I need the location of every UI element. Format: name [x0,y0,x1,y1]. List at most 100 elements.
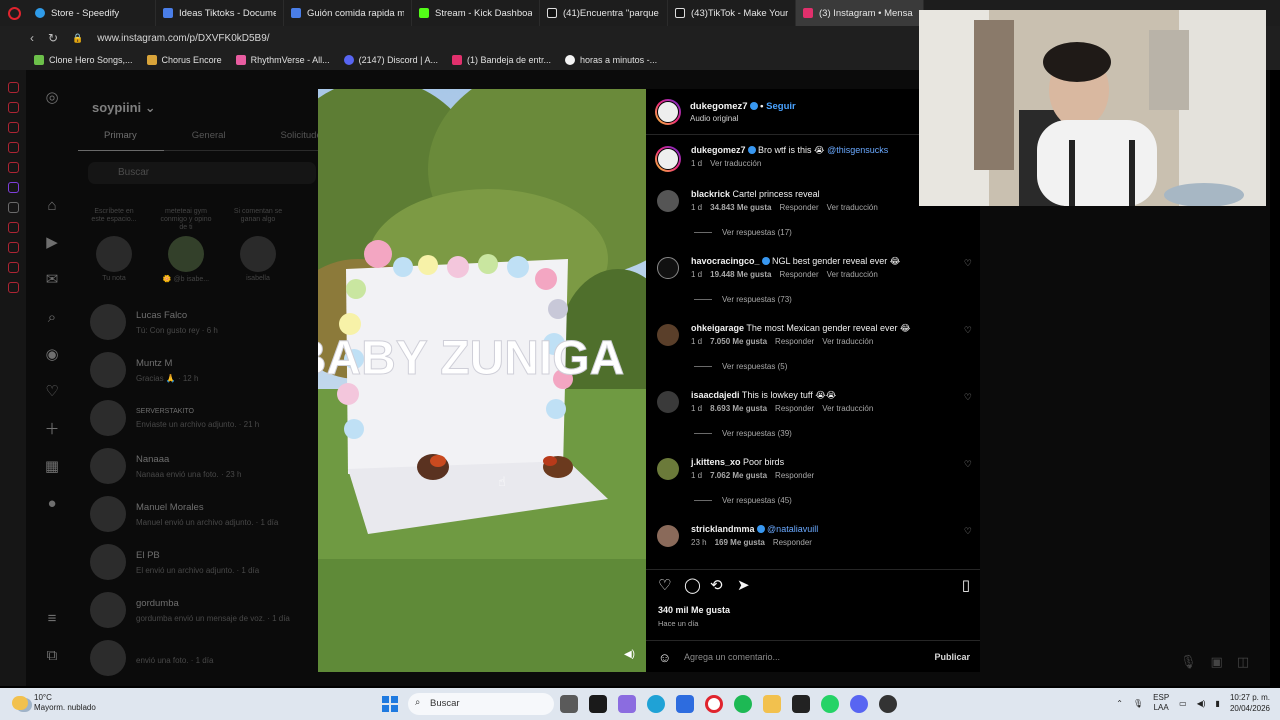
reply-link[interactable]: Responder [773,538,812,547]
reply-link[interactable]: Responder [780,203,819,212]
back-icon[interactable]: ‹ [30,31,34,45]
weather-widget[interactable]: 10°C Mayorm. nublado [12,693,96,713]
obs-icon[interactable] [879,695,897,713]
language-indicator[interactable]: ESP LAA [1153,693,1169,713]
view-replies-link[interactable]: Ver respuestas (17) [694,228,792,237]
sidebar-app-icon[interactable] [7,82,19,93]
reply-link[interactable]: Responder [780,270,819,279]
conversation-item[interactable]: SERVERSTAKITO Enviaste un archivo adjunto… [90,394,318,442]
tab-tiktok-search[interactable]: (41)Encuentra "parque el c [540,0,668,26]
whatsapp-icon[interactable] [821,695,839,713]
repost-icon[interactable]: ⟲ [710,578,723,594]
avatar[interactable] [657,190,679,212]
bookmark-hours[interactable]: horas a minutos -... [565,55,657,65]
volume-icon[interactable]: ◀) [1197,699,1206,708]
like-comment-icon[interactable]: ♡ [964,325,972,336]
reels-icon[interactable]: ▶ [44,235,60,251]
note-item[interactable]: Escríbete en este espacio... Tu nota [88,208,140,283]
copilot-icon[interactable] [618,695,636,713]
view-replies-link[interactable]: Ver respuestas (73) [694,295,792,304]
audio-label[interactable]: Audio original [690,114,738,123]
author-avatar[interactable] [655,99,681,125]
tab-ideas-tiktoks[interactable]: Ideas Tiktoks - Document [156,0,284,26]
opera-icon[interactable] [705,695,723,713]
tab-instagram[interactable]: (3) Instagram • Mensa [796,0,924,26]
discord-icon[interactable] [850,695,868,713]
instagram-logo-icon[interactable]: ◎ [44,90,60,106]
sidebar-app-icon[interactable] [7,122,19,133]
explore-icon[interactable]: ◉ [44,347,60,363]
like-comment-icon[interactable]: ♡ [964,459,972,470]
image-icon[interactable]: ▣ [1211,654,1223,670]
heart-icon[interactable]: ♡ [44,384,60,400]
epic-games-icon[interactable] [792,695,810,713]
spotify-icon[interactable] [734,695,752,713]
capcut-icon[interactable] [589,695,607,713]
follow-button[interactable]: Seguir [766,101,796,112]
store-icon[interactable] [676,695,694,713]
taskbar-search[interactable]: ⌕ Buscar [408,693,554,715]
file-explorer-icon[interactable] [560,695,578,713]
save-icon[interactable]: ▯ [962,578,970,594]
x-icon[interactable] [7,202,19,213]
conversation-item[interactable]: envió una foto. · 1 día [90,634,318,682]
sidebar-app-icon[interactable] [7,142,19,153]
folder-icon[interactable] [763,695,781,713]
home-icon[interactable]: ⌂ [44,198,60,214]
conversation-item[interactable]: Nanaaa Nanaaa envió una foto. · 23 h [90,442,318,490]
sidebar-app-icon[interactable] [7,102,19,113]
meta-icon[interactable]: ⧉ [44,648,60,664]
sidebar-app-icon[interactable] [7,262,19,273]
translate-link[interactable]: Ver traducción [822,337,873,346]
dm-search-input[interactable]: Buscar [88,162,316,184]
volume-icon[interactable]: ◀) [624,649,635,660]
publish-button[interactable]: Publicar [934,652,970,662]
bookmark-discord[interactable]: (2147) Discord | A... [343,55,438,65]
translate-link[interactable]: Ver traducción [827,203,878,212]
comment-icon[interactable]: ◯ [684,578,701,594]
tab-guion[interactable]: Guión comida rapida más [284,0,412,26]
reply-link[interactable]: Responder [775,404,814,413]
battery-icon[interactable]: ▮ [1216,699,1220,708]
author-avatar[interactable] [655,146,681,172]
conversation-item[interactable]: El PB El envió un archivo adjunto. · 1 dí… [90,538,318,586]
avatar[interactable] [657,525,679,547]
tab-tiktok[interactable]: (43)TikTok - Make Your D [668,0,796,26]
lock-icon[interactable]: 🔒 [72,33,83,44]
reply-link[interactable]: Responder [775,337,814,346]
reply-link[interactable]: Responder [775,471,814,480]
bookmark-rhythmverse[interactable]: RhythmVerse - All... [235,55,330,65]
create-icon[interactable]: ＋ [44,422,60,438]
avatar[interactable] [657,391,679,413]
messages-icon[interactable]: ✉ [44,272,60,288]
menu-icon[interactable]: ≡ [44,611,60,627]
sidebar-app-icon[interactable] [7,162,19,173]
like-comment-icon[interactable]: ♡ [964,392,972,403]
like-count[interactable]: 340 mil Me gusta [658,605,730,615]
post-video[interactable]: BABY ZUNIGA ◀) [318,89,646,672]
conversation-item[interactable]: Lucas Falco Tú: Con gusto rey · 6 h [90,298,318,346]
sidebar-app-icon[interactable] [7,222,19,233]
comment-input[interactable]: Agrega un comentario... [684,652,780,662]
author-username[interactable]: dukegomez7 [690,101,748,112]
search-icon[interactable]: ⌕ [44,310,60,326]
emoji-icon[interactable]: ☺ [658,650,671,665]
avatar[interactable] [657,324,679,346]
avatar[interactable] [657,257,679,279]
dm-username[interactable]: soypiini ⌄ [92,100,156,116]
clock[interactable]: 10:27 p. m. 20/04/2026 [1230,692,1270,714]
conversation-item[interactable]: Muntz M Gracias 🙏 · 12 h [90,346,318,394]
share-icon[interactable]: ➤ [737,578,750,594]
like-comment-icon[interactable]: ♡ [964,526,972,537]
twitch-icon[interactable] [7,182,19,193]
tab-general[interactable]: General [192,130,226,141]
tab-kick[interactable]: Stream - Kick Dashboard [412,0,540,26]
settings-icon[interactable] [7,282,19,293]
dashboard-icon[interactable]: ▦ [44,459,60,475]
reload-icon[interactable]: ↻ [48,31,58,45]
bookmark-inbox[interactable]: (1) Bandeja de entr... [451,55,551,65]
tab-speedify[interactable]: Store - Speedify [28,0,156,26]
chevron-up-icon[interactable]: ⌃ [1116,699,1123,708]
microphone-icon[interactable]: 🎙 [1180,654,1197,670]
translate-link[interactable]: Ver traducción [710,159,761,168]
